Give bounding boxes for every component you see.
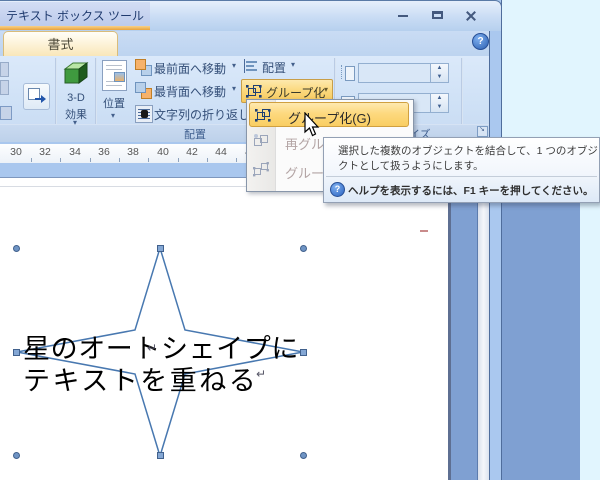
tooltip-description-line1: 選択した複数のオブジェクトを結合して、1 つのオブジェ [338,143,600,158]
align-button[interactable]: 配置 ▾ [241,57,311,76]
ungroup-icon [253,162,269,177]
help-icon[interactable]: ? [472,33,489,50]
ruler-tick [90,158,91,162]
tooltip-help-icon: ? [330,182,345,197]
width-spinner[interactable]: ▲ ▼ [431,93,449,113]
group-icon [246,84,262,98]
clipped-shadow-group-fragment [0,62,9,77]
spinner-down-icon[interactable]: ▼ [431,103,448,112]
close-button[interactable] [464,9,478,23]
maximize-button[interactable] [432,11,443,19]
resize-handle-left[interactable] [13,349,20,356]
ruler-tick [207,158,208,162]
ruler-tick [119,158,120,162]
ruler-number: 30 [10,146,22,158]
bring-to-front-icon [135,59,151,75]
word-window: テキスト ボックス ツール 書式 ? 3-D 効果 ▾ [0,0,600,480]
minimize-button[interactable] [398,15,408,17]
position-button[interactable]: 位置 ▾ [97,57,131,125]
group-icon [255,108,271,122]
ruler-number: 34 [69,146,81,158]
height-field-icon [340,64,355,82]
resize-handle-bottom-left[interactable] [13,452,20,459]
send-to-back-icon [135,82,151,98]
resize-handle-bottom[interactable] [157,452,164,459]
text-wrapping-label: 文字列の折り返し [154,106,250,123]
effects-3d-button[interactable]: 3-D 効果 ▾ [58,58,94,124]
regroup-icon [253,133,269,149]
contextual-accent-strip [0,26,150,30]
menu-item-label: グループ化(G) [288,108,371,127]
contextual-tab-title: テキスト ボックス ツール [0,7,150,24]
send-to-back-button[interactable]: 最背面へ移動 ▾ [133,81,245,100]
chevron-down-icon: ▾ [291,60,295,69]
chevron-down-icon: ▾ [324,85,328,94]
picture-placeholder-icon [114,72,125,82]
page-right-edge [448,178,451,480]
ruler-tick [236,158,237,162]
contextual-tab-header: テキスト ボックス ツール [0,2,150,30]
position-label: 位置 [97,95,131,111]
dialog-launcher-arrow-icon: ↘ [479,125,485,133]
bring-to-front-label: 最前面へ移動 [154,60,226,77]
line-break-mark-icon: ↵ [147,341,157,355]
resize-handle-top-right[interactable] [300,245,307,252]
position-icon [102,60,127,91]
chevron-down-icon: ▾ [232,61,236,70]
ruler-number: 38 [127,146,139,158]
text-wrapping-icon [135,105,153,123]
spinner-down-icon[interactable]: ▼ [431,73,448,82]
ruler-tick [31,158,32,162]
effects-3d-label: 3-D [58,92,94,104]
clipped-arrow-fragment [0,106,12,120]
bring-to-front-button[interactable]: 最前面へ移動 ▾ [133,58,245,77]
chevron-down-icon: ▾ [73,118,77,127]
tooltip-description-line2: クトとして扱うようにします。 [338,158,484,173]
spinner-up-icon[interactable]: ▲ [431,94,448,103]
ruler-tick [178,158,179,162]
height-spinner[interactable]: ▲ ▼ [431,63,449,83]
align-label: 配置 [262,59,286,76]
group-separator [55,58,57,124]
textbox-text-line2[interactable]: テキストを重ねる [23,359,258,398]
resize-handle-bottom-right[interactable] [300,452,307,459]
shape-height-input[interactable] [358,63,431,83]
resize-handle-right[interactable] [300,349,307,356]
clipped-shadow-group-fragment [0,80,9,95]
tab-format[interactable]: 書式 [3,31,118,56]
tooltip-help-text: ヘルプを表示するには、F1 キーを押してください。 [348,183,594,198]
window-right-border [489,0,502,480]
menu-item-group[interactable]: グループ化(G) [249,102,409,127]
line-break-mark-icon: ↵ [256,367,266,381]
shadow-offset-arrow-icon [41,95,46,103]
arrange-group-label: 配置 [170,126,220,142]
margin-marker [420,230,428,232]
align-icon [244,59,258,73]
spinner-up-icon[interactable]: ▲ [431,64,448,73]
ruler-number: 40 [157,146,169,158]
ruler-number: 36 [98,146,110,158]
ruler-number: 44 [215,146,227,158]
ruler-number: 32 [39,146,51,158]
shadow-offset-button[interactable] [23,83,50,110]
group-tooltip: 選択した複数のオブジェクトを結合して、1 つのオブジェ クトとして扱うようにしま… [323,137,600,203]
tooltip-separator [326,176,597,177]
document-background [451,178,580,480]
size-dialog-launcher[interactable]: ↘ [477,126,488,137]
cube-3d-icon [63,61,89,85]
resize-handle-top-left[interactable] [13,245,20,252]
resize-handle-top[interactable] [157,245,164,252]
chevron-down-icon: ▾ [111,111,115,120]
ruler-tick [60,158,61,162]
mouse-cursor-icon [303,112,321,138]
ruler-tick [148,158,149,162]
group-separator [461,58,463,124]
send-to-back-label: 最背面へ移動 [154,83,226,100]
chevron-down-icon: ▾ [232,84,236,93]
ruler-number: 42 [186,146,198,158]
text-wrapping-button[interactable]: 文字列の折り返し ▾ [133,104,263,123]
